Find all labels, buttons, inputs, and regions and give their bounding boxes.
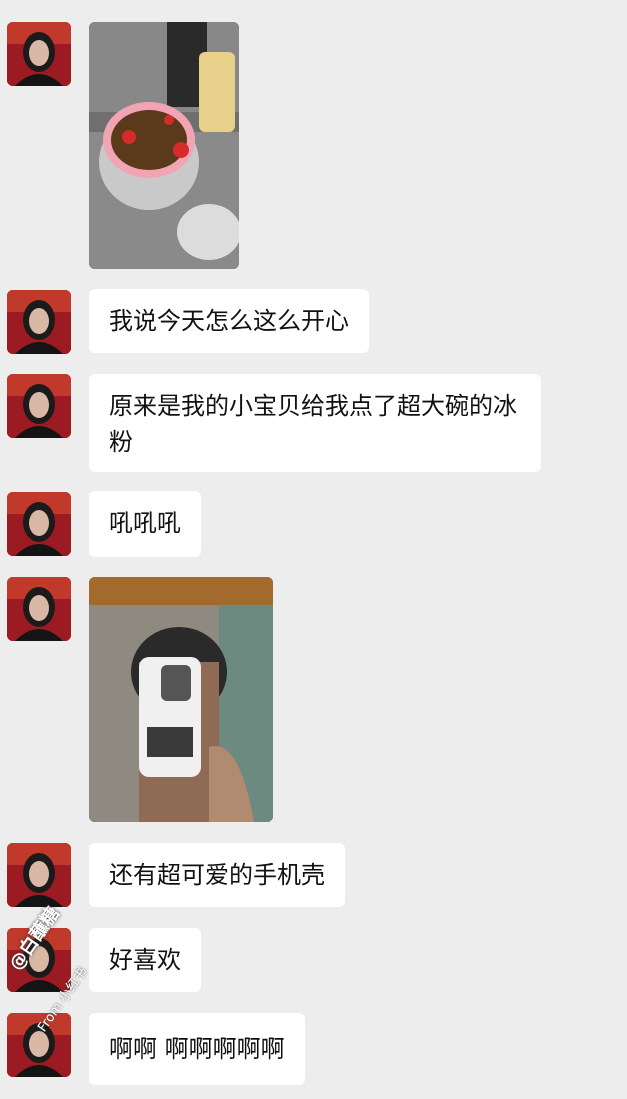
avatar[interactable]	[7, 374, 71, 438]
avatar[interactable]	[7, 492, 71, 556]
chat-image-selfie[interactable]	[89, 577, 273, 822]
avatar[interactable]	[7, 22, 71, 86]
avatar[interactable]	[7, 843, 71, 907]
chat-image-food[interactable]	[89, 22, 239, 269]
chat-bubble[interactable]: 吼吼吼	[89, 491, 201, 557]
chat-bubble[interactable]: 啊啊 啊啊啊啊啊	[89, 1013, 305, 1085]
avatar[interactable]	[7, 577, 71, 641]
avatar[interactable]	[7, 1013, 71, 1077]
avatar[interactable]	[7, 290, 71, 354]
chat-bubble[interactable]: 好喜欢	[89, 928, 201, 992]
chat-bubble[interactable]: 我说今天怎么这么开心	[89, 289, 369, 353]
avatar[interactable]	[7, 928, 71, 992]
chat-bubble[interactable]: 还有超可爱的手机壳	[89, 843, 345, 907]
chat-bubble[interactable]: 原来是我的小宝贝给我点了超大碗的冰粉	[89, 374, 541, 472]
